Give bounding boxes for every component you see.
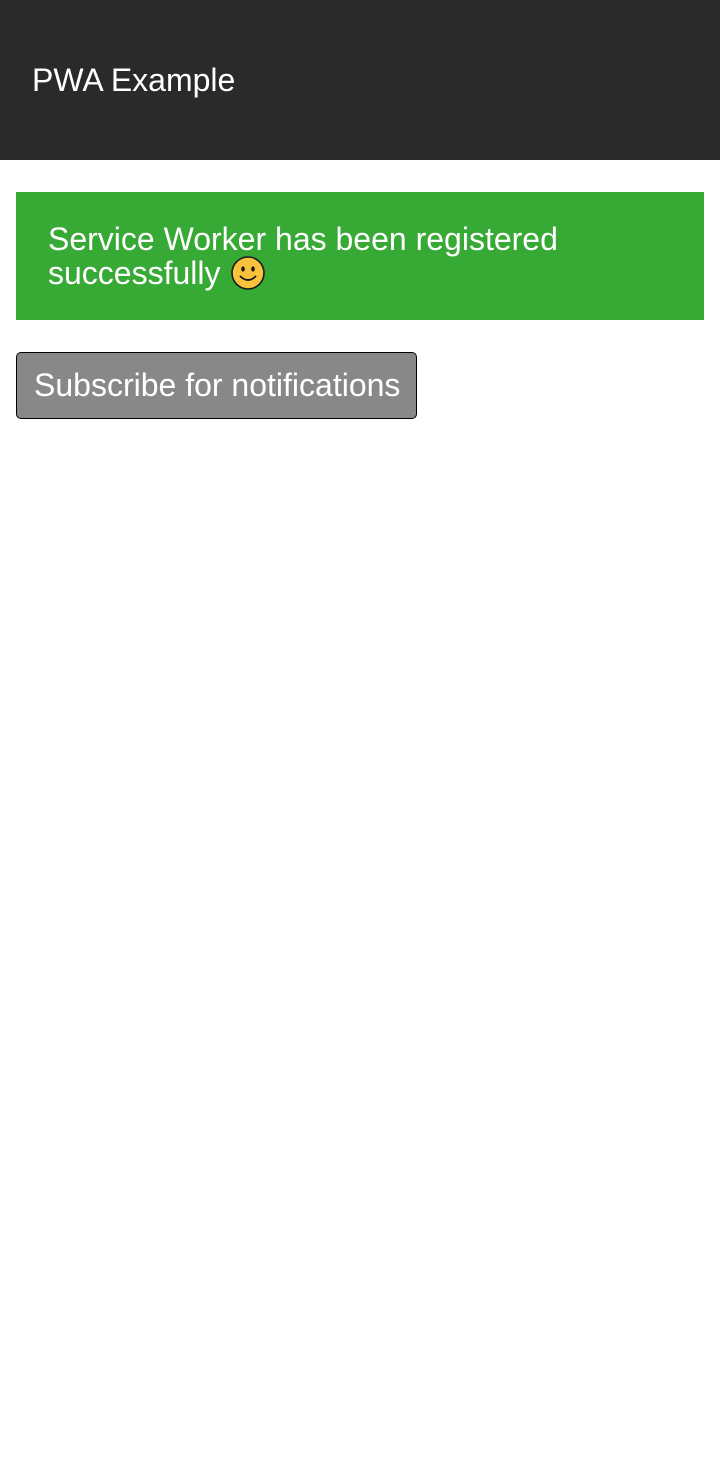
status-message: Service Worker has been registered succe… bbox=[48, 221, 558, 291]
app-header: PWA Example bbox=[0, 0, 720, 160]
status-banner: Service Worker has been registered succe… bbox=[16, 192, 704, 320]
page-title: PWA Example bbox=[32, 62, 236, 98]
subscribe-button[interactable]: Subscribe for notifications bbox=[16, 352, 417, 419]
smiley-icon bbox=[230, 256, 265, 290]
